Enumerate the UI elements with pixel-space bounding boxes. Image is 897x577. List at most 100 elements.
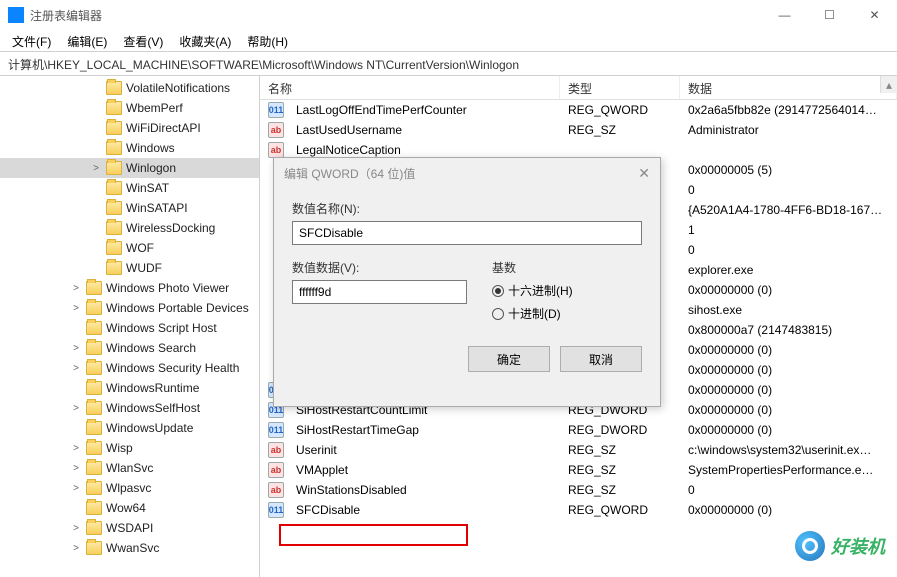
tree-item[interactable]: WinSATAPI <box>0 198 259 218</box>
expander-icon[interactable]: > <box>70 523 82 534</box>
tree-item[interactable]: Windows Script Host <box>0 318 259 338</box>
expander-icon[interactable]: > <box>70 543 82 554</box>
tree-item[interactable]: >Winlogon <box>0 158 259 178</box>
cell-data: 0x00000005 (5) <box>680 161 897 179</box>
list-row[interactable]: abWinStationsDisabledREG_SZ0 <box>260 480 897 500</box>
tree-item[interactable]: VolatileNotifications <box>0 78 259 98</box>
cell-name: VMApplet <box>288 461 560 479</box>
expander-icon[interactable]: > <box>70 283 82 294</box>
tree-item[interactable]: >WwanSvc <box>0 538 259 558</box>
tree-label: Wisp <box>106 441 133 455</box>
tree-item[interactable]: Windows <box>0 138 259 158</box>
col-data[interactable]: 数据 <box>680 76 897 99</box>
tree-item[interactable]: WiFiDirectAPI <box>0 118 259 138</box>
list-row[interactable]: 011SFCDisableREG_QWORD0x00000000 (0) <box>260 500 897 520</box>
cell-data: {A520A1A4-1780-4FF6-BD18-167… <box>680 201 897 219</box>
list-row[interactable]: abVMAppletREG_SZSystemPropertiesPerforma… <box>260 460 897 480</box>
cell-data: 0x2a6a5fbb82e (2914772564014… <box>680 101 897 119</box>
list-row[interactable]: 011SiHostRestartTimeGapREG_DWORD0x000000… <box>260 420 897 440</box>
tree-label: WUDF <box>126 261 162 275</box>
tree-item[interactable]: >WindowsSelfHost <box>0 398 259 418</box>
tree-label: Windows Security Health <box>106 361 239 375</box>
tree-item[interactable]: >Windows Portable Devices <box>0 298 259 318</box>
tree-item[interactable]: Wow64 <box>0 498 259 518</box>
expander-icon[interactable]: > <box>70 363 82 374</box>
expander-icon[interactable]: > <box>70 403 82 414</box>
dialog-title: 编辑 QWORD（64 位)值 <box>284 165 415 182</box>
cell-data: 0x00000000 (0) <box>680 501 897 519</box>
tree-item[interactable]: WbemPerf <box>0 98 259 118</box>
menu-help[interactable]: 帮助(H) <box>239 30 296 51</box>
radio-dec[interactable]: 十进制(D) <box>492 305 642 322</box>
value-data-input[interactable] <box>292 280 467 304</box>
tree-label: Wlpasvc <box>106 481 151 495</box>
maximize-button[interactable]: ☐ <box>807 0 852 30</box>
radio-hex[interactable]: 十六进制(H) <box>492 282 642 299</box>
tree-label: WbemPerf <box>126 101 183 115</box>
menu-view[interactable]: 查看(V) <box>115 30 171 51</box>
tree-view[interactable]: VolatileNotifications WbemPerf WiFiDirectA… <box>0 76 260 577</box>
folder-icon <box>86 341 102 355</box>
list-header: 名称 类型 数据 <box>260 76 897 100</box>
list-row[interactable]: abUserinitREG_SZc:\windows\system32\user… <box>260 440 897 460</box>
tree-item[interactable]: WindowsRuntime <box>0 378 259 398</box>
cell-data: 0x00000000 (0) <box>680 361 897 379</box>
cell-data: 0x00000000 (0) <box>680 401 897 419</box>
numeric-value-icon: 011 <box>268 102 284 118</box>
close-button[interactable]: ✕ <box>852 0 897 30</box>
expander-icon[interactable]: > <box>70 343 82 354</box>
tree-label: VolatileNotifications <box>126 81 230 95</box>
tree-item[interactable]: > Wlpasvc <box>0 478 259 498</box>
cell-name: LastUsedUsername <box>288 121 560 139</box>
folder-icon <box>106 121 122 135</box>
tree-item[interactable]: WinSAT <box>0 178 259 198</box>
tree-label: WSDAPI <box>106 521 153 535</box>
ok-button[interactable]: 确定 <box>468 346 550 372</box>
value-name-input[interactable] <box>292 221 642 245</box>
tree-label: Wow64 <box>106 501 146 515</box>
cell-type: REG_SZ <box>560 481 680 499</box>
minimize-button[interactable]: — <box>762 0 807 30</box>
folder-icon <box>86 301 102 315</box>
tree-item[interactable]: WindowsUpdate <box>0 418 259 438</box>
expander-icon[interactable]: > <box>70 443 82 454</box>
col-type[interactable]: 类型 <box>560 76 680 99</box>
expander-icon[interactable]: > <box>90 163 102 174</box>
tree-item[interactable]: >Windows Search <box>0 338 259 358</box>
tree-item[interactable]: > WSDAPI <box>0 518 259 538</box>
dialog-close-button[interactable]: ✕ <box>638 165 650 182</box>
menu-favorites[interactable]: 收藏夹(A) <box>171 30 239 51</box>
folder-icon <box>86 401 102 415</box>
tree-label: WirelessDocking <box>126 221 215 235</box>
menu-file[interactable]: 文件(F) <box>4 30 59 51</box>
tree-item[interactable]: > Wisp <box>0 438 259 458</box>
tree-item[interactable]: > Windows Security Health <box>0 358 259 378</box>
tree-item[interactable]: >WlanSvc <box>0 458 259 478</box>
watermark-text: 好装机 <box>831 533 885 559</box>
cell-data: 1 <box>680 221 897 239</box>
tree-item[interactable]: WirelessDocking <box>0 218 259 238</box>
tree-label: WinSATAPI <box>126 201 188 215</box>
cancel-button[interactable]: 取消 <box>560 346 642 372</box>
scroll-up[interactable]: ▴ <box>880 76 897 93</box>
list-row[interactable]: 011LastLogOffEndTimePerfCounterREG_QWORD… <box>260 100 897 120</box>
cell-data: 0x00000000 (0) <box>680 421 897 439</box>
folder-icon <box>106 241 122 255</box>
menu-edit[interactable]: 编辑(E) <box>59 30 115 51</box>
address-bar[interactable]: 计算机\HKEY_LOCAL_MACHINE\SOFTWARE\Microsof… <box>0 52 897 76</box>
tree-item[interactable]: WUDF <box>0 258 259 278</box>
tree-item[interactable]: WOF <box>0 238 259 258</box>
list-row[interactable]: abLastUsedUsernameREG_SZAdministrator <box>260 120 897 140</box>
expander-icon[interactable]: > <box>70 483 82 494</box>
watermark: 好装机 <box>795 531 885 561</box>
expander-icon[interactable]: > <box>70 463 82 474</box>
col-name[interactable]: 名称 <box>260 76 560 99</box>
watermark-logo-icon <box>795 531 825 561</box>
folder-icon <box>106 221 122 235</box>
expander-icon[interactable]: > <box>70 303 82 314</box>
numeric-value-icon: 011 <box>268 502 284 518</box>
folder-icon <box>86 361 102 375</box>
string-value-icon: ab <box>268 142 284 158</box>
tree-item[interactable]: >Windows Photo Viewer <box>0 278 259 298</box>
folder-icon <box>106 161 122 175</box>
